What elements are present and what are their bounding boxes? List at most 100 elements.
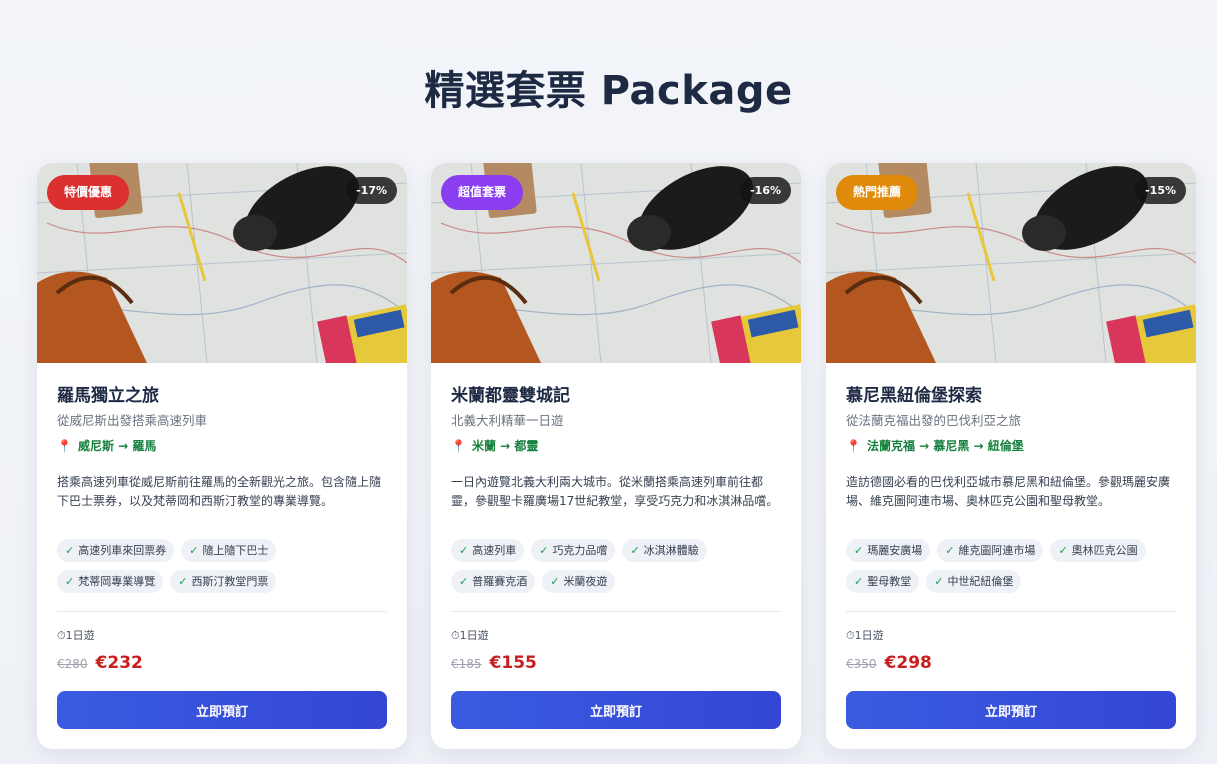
route-text: 威尼斯 → 羅馬 (77, 439, 157, 453)
package-subtitle: 從法蘭克福出發的巴伐利亞之旅 (846, 413, 1022, 428)
book-now-button[interactable]: 立即預訂 (451, 691, 781, 729)
feature-tag: ✓ 高速列車 (451, 539, 525, 562)
feature-tag-label: 巧克力品嚐 (552, 544, 608, 557)
price-block: €350 €298 (846, 653, 932, 673)
original-price: €185 (451, 657, 482, 671)
check-icon: ✓ (459, 544, 469, 557)
package-description: 造訪德國必看的巴伐利亞城市慕尼黑和紐倫堡。參觀瑪麗安廣場、維克圖阿連市場、奧林匹… (846, 475, 1171, 508)
feature-tag: ✓ 冰淇淋體驗 (622, 539, 707, 562)
check-icon: ✓ (854, 575, 864, 588)
book-now-button[interactable]: 立即預訂 (57, 691, 387, 729)
feature-tag-label: 梵蒂岡專業導覽 (78, 575, 156, 588)
promo-badge: 特價優惠 (47, 175, 130, 210)
page-title: 精選套票 Package (424, 68, 793, 114)
feature-tag-label: 瑪麗安廣場 (867, 544, 923, 557)
duration-text: 1日遊 (65, 629, 95, 642)
price-block: €185 €155 (451, 653, 537, 673)
feature-tag-label: 隨上隨下巴士 (202, 544, 269, 557)
promo-badge: 熱門推薦 (836, 175, 919, 210)
feature-tag: ✓ 聖母教堂 (846, 570, 920, 593)
package-card: 熱門推薦 -15% 慕尼黑紐倫堡探索 從法蘭克福出發的巴伐利亞之旅 📍 法蘭克福 … (826, 163, 1196, 749)
clock-icon: ⏱ (57, 629, 66, 642)
feature-tag: ✓ 奧林匹克公園 (1050, 539, 1146, 562)
feature-tag-label: 聖母教堂 (867, 575, 912, 588)
original-price: €350 (846, 657, 877, 671)
feature-tag: ✓ 西斯汀教堂門票 (170, 570, 277, 593)
package-duration: ⏱1日遊 (451, 627, 489, 643)
check-icon: ✓ (539, 544, 549, 557)
package-list: 特價優惠 -17% 羅馬獨立之旅 從威尼斯出發搭乘高速列車 📍 威尼斯 → 羅馬 … (37, 163, 1197, 764)
feature-tags: ✓ 瑪麗安廣場 ✓ 維克圖阿連市場 ✓ 奧林匹克公園 ✓ 聖母教堂 ✓ 中世紀紐倫堡 (846, 539, 1176, 593)
map-pin-icon: 📍 (57, 439, 72, 453)
check-icon: ✓ (178, 575, 188, 588)
feature-tag-label: 高速列車來回票券 (78, 544, 167, 557)
sale-price: €155 (489, 653, 537, 673)
check-icon: ✓ (854, 544, 864, 557)
feature-tag-label: 高速列車 (472, 544, 517, 557)
price-block: €280 €232 (57, 653, 143, 673)
feature-tag: ✓ 普羅賽克酒 (451, 570, 536, 593)
feature-tag: ✓ 米蘭夜遊 (542, 570, 616, 593)
divider (57, 611, 387, 612)
package-route: 📍 米蘭 → 都靈 (451, 438, 781, 454)
feature-tags: ✓ 高速列車來回票券 ✓ 隨上隨下巴士 ✓ 梵蒂岡專業導覽 ✓ 西斯汀教堂門票 (57, 539, 387, 593)
feature-tag-label: 普羅賽克酒 (472, 575, 528, 588)
discount-badge: -16% (740, 177, 791, 204)
package-card: 特價優惠 -17% 羅馬獨立之旅 從威尼斯出發搭乘高速列車 📍 威尼斯 → 羅馬 … (37, 163, 407, 749)
package-card: 超值套票 -16% 米蘭都靈雙城記 北義大利精華一日遊 📍 米蘭 → 都靈 一日內… (431, 163, 801, 749)
feature-tag-label: 米蘭夜遊 (563, 575, 608, 588)
check-icon: ✓ (934, 575, 944, 588)
check-icon: ✓ (1058, 544, 1068, 557)
package-title: 慕尼黑紐倫堡探索 (846, 386, 982, 406)
package-description: 搭乘高速列車從威尼斯前往羅馬的全新觀光之旅。包含隨上隨下巴士票券，以及梵蒂岡和西… (57, 475, 382, 508)
route-text: 米蘭 → 都靈 (471, 439, 539, 453)
feature-tag: ✓ 瑪麗安廣場 (846, 539, 931, 562)
feature-tag-label: 西斯汀教堂門票 (191, 575, 269, 588)
package-subtitle: 北義大利精華一日遊 (451, 413, 564, 428)
package-image: 超值套票 -16% (431, 163, 801, 363)
clock-icon: ⏱ (846, 629, 855, 642)
sale-price: €298 (884, 653, 932, 673)
map-pin-icon: 📍 (846, 439, 861, 453)
check-icon: ✓ (65, 575, 75, 588)
check-icon: ✓ (65, 544, 75, 557)
package-route: 📍 威尼斯 → 羅馬 (57, 438, 387, 454)
divider (846, 611, 1176, 612)
feature-tag-label: 冰淇淋體驗 (643, 544, 699, 557)
package-duration: ⏱1日遊 (57, 627, 95, 643)
package-subtitle: 從威尼斯出發搭乘高速列車 (57, 413, 208, 428)
feature-tag: ✓ 隨上隨下巴士 (181, 539, 277, 562)
package-route: 📍 法蘭克福 → 慕尼黑 → 紐倫堡 (846, 438, 1176, 454)
feature-tag-label: 奧林匹克公園 (1071, 544, 1138, 557)
check-icon: ✓ (189, 544, 199, 557)
feature-tag: ✓ 高速列車來回票券 (57, 539, 175, 562)
package-title: 米蘭都靈雙城記 (451, 386, 570, 406)
promo-badge: 超值套票 (441, 175, 524, 210)
check-icon: ✓ (630, 544, 640, 557)
check-icon: ✓ (550, 575, 560, 588)
feature-tags: ✓ 高速列車 ✓ 巧克力品嚐 ✓ 冰淇淋體驗 ✓ 普羅賽克酒 ✓ 米蘭夜遊 (451, 539, 781, 593)
feature-tag: ✓ 巧克力品嚐 (531, 539, 616, 562)
feature-tag: ✓ 中世紀紐倫堡 (926, 570, 1022, 593)
feature-tag: ✓ 梵蒂岡專業導覽 (57, 570, 164, 593)
feature-tag: ✓ 維克圖阿連市場 (937, 539, 1044, 562)
clock-icon: ⏱ (451, 629, 460, 642)
package-title: 羅馬獨立之旅 (57, 386, 159, 406)
book-now-button[interactable]: 立即預訂 (846, 691, 1176, 729)
sale-price: €232 (95, 653, 143, 673)
package-duration: ⏱1日遊 (846, 627, 884, 643)
divider (451, 611, 781, 612)
check-icon: ✓ (459, 575, 469, 588)
feature-tag-label: 中世紀紐倫堡 (947, 575, 1014, 588)
package-image: 熱門推薦 -15% (826, 163, 1196, 363)
check-icon: ✓ (945, 544, 955, 557)
feature-tag-label: 維克圖阿連市場 (958, 544, 1036, 557)
package-image: 特價優惠 -17% (37, 163, 407, 363)
original-price: €280 (57, 657, 88, 671)
discount-badge: -15% (1135, 177, 1186, 204)
map-pin-icon: 📍 (451, 439, 466, 453)
package-description: 一日內遊覽北義大利兩大城市。從米蘭搭乘高速列車前往都靈，參觀聖卡羅廣場17世紀教… (451, 475, 779, 508)
duration-text: 1日遊 (459, 629, 489, 642)
duration-text: 1日遊 (854, 629, 884, 642)
route-text: 法蘭克福 → 慕尼黑 → 紐倫堡 (866, 439, 1024, 453)
